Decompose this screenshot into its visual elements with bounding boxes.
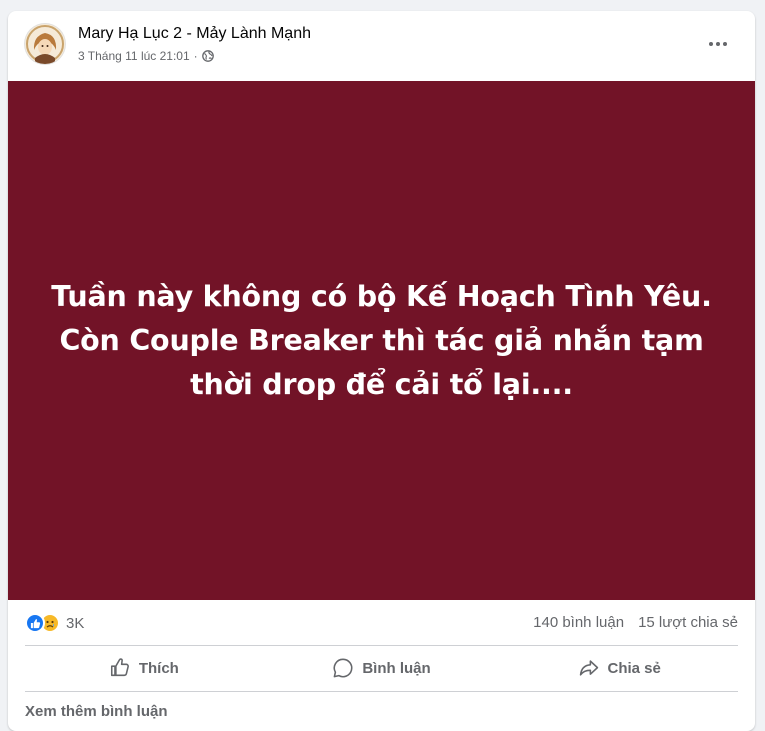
share-button[interactable]: Chia sẻ: [500, 646, 738, 690]
share-arrow-icon: [579, 660, 598, 676]
post-meta: 3 Tháng 11 lúc 21:01 ·: [78, 49, 214, 63]
engagement-counts: 140 bình luận 15 lượt chia sẻ: [533, 614, 738, 631]
author-avatar[interactable]: [25, 24, 65, 64]
like-button[interactable]: Thích: [25, 646, 263, 690]
more-dot: [716, 42, 720, 46]
comment-count[interactable]: 140 bình luận: [533, 614, 624, 631]
divider: [25, 691, 738, 692]
avatar-image: [25, 24, 65, 64]
thumbs-up-icon: [110, 658, 129, 677]
post-header: Mary Hạ Lục 2 - Mảy Lành Mạnh 3 Tháng 11…: [8, 11, 755, 81]
post-card: Mary Hạ Lục 2 - Mảy Lành Mạnh 3 Tháng 11…: [8, 11, 755, 731]
banner-text: Tuần này không có bộ Kế Hoạch Tình Yêu. …: [51, 279, 712, 401]
more-dot: [723, 42, 727, 46]
text-post-banner[interactable]: Tuần này không có bộ Kế Hoạch Tình Yêu. …: [8, 81, 755, 600]
reaction-count: 3K: [66, 614, 85, 632]
post-stats: 3K 140 bình luận 15 lượt chia sẻ: [8, 600, 755, 644]
more-options-button[interactable]: [700, 29, 736, 59]
comment-bubble-icon: [333, 658, 353, 678]
share-count[interactable]: 15 lượt chia sẻ: [638, 614, 738, 631]
comment-label: Bình luận: [362, 659, 431, 677]
post-timestamp[interactable]: 3 Tháng 11 lúc 21:01: [78, 49, 190, 63]
more-dot: [709, 42, 713, 46]
like-label: Thích: [138, 659, 179, 677]
comment-button[interactable]: Bình luận: [263, 646, 501, 690]
author-name[interactable]: Mary Hạ Lục 2 - Mảy Lành Mạnh: [78, 25, 311, 43]
view-more-comments-link[interactable]: Xem thêm bình luận: [25, 703, 168, 720]
meta-separator: ·: [193, 49, 198, 63]
reactions-summary[interactable]: 3K: [25, 613, 84, 633]
like-icon: [25, 613, 45, 633]
globe-icon[interactable]: [201, 50, 214, 62]
post-actions: Thích Bình luận Chia sẻ: [25, 646, 738, 690]
share-label: Chia sẻ: [607, 659, 661, 677]
